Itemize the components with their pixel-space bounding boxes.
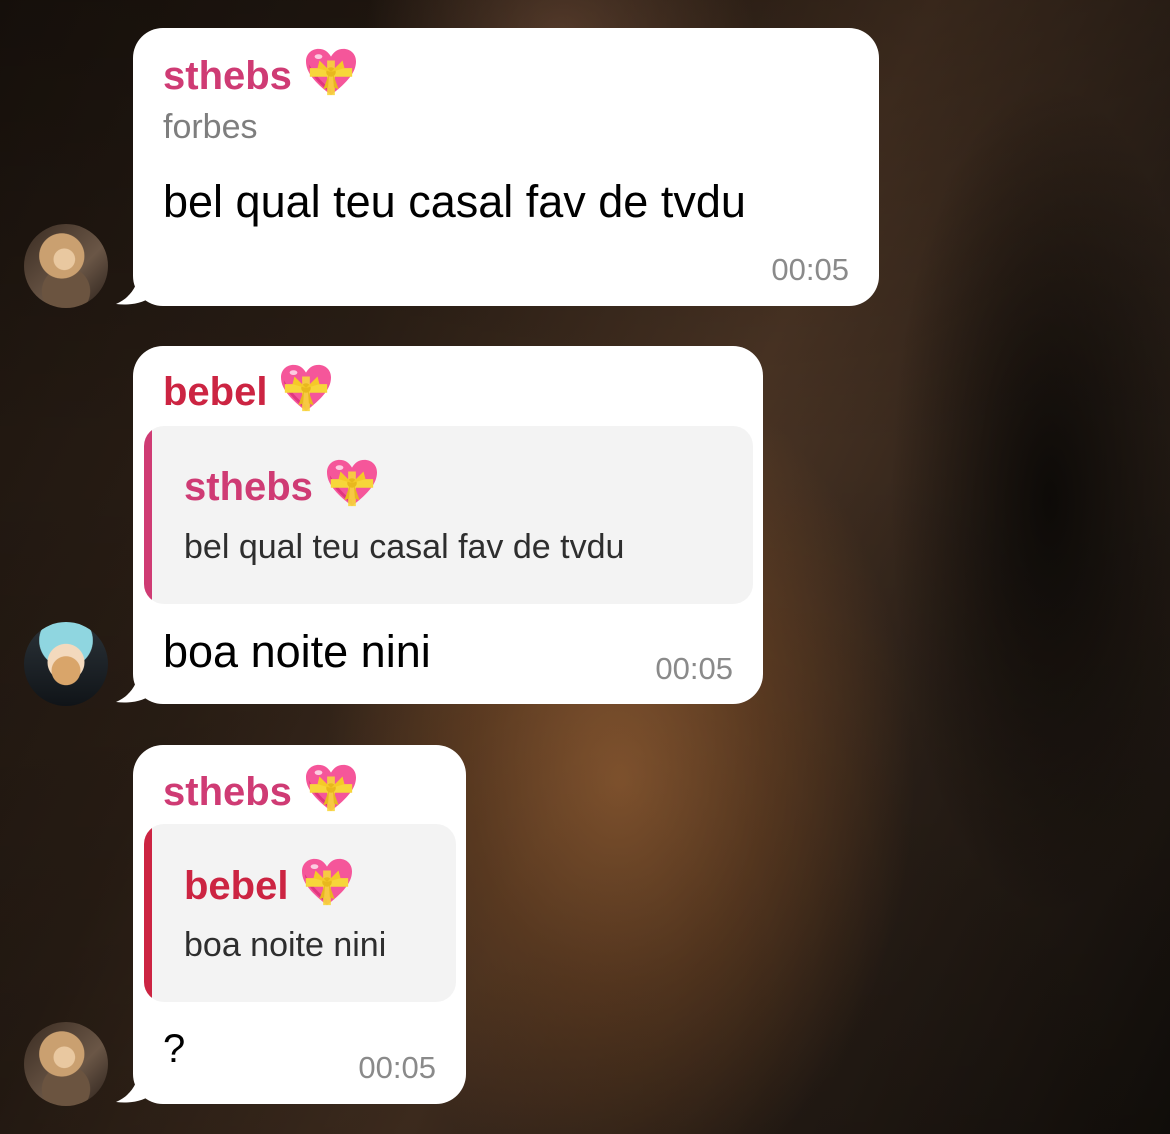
avatar-sthebs[interactable] — [24, 1022, 108, 1106]
reply-text: boa noite nini — [184, 926, 387, 964]
avatar-bebel[interactable] — [24, 622, 108, 706]
message-text: ? — [163, 1027, 186, 1071]
sender-name[interactable]: sthebs — [163, 763, 358, 815]
message-time: 00:05 — [358, 1050, 436, 1085]
heart-with-ribbon-icon — [279, 363, 333, 413]
heart-with-ribbon-icon — [325, 458, 379, 508]
reply-quote[interactable]: sthebs bel qual teu casal fav de tvdu — [144, 426, 753, 604]
message-bubble[interactable]: bebel sthebs bel qual teu casal fav de t… — [133, 346, 763, 704]
heart-with-ribbon-icon — [304, 47, 358, 97]
reply-quote-bar — [144, 824, 152, 1002]
message-text: bel qual teu casal fav de tvdu — [163, 176, 746, 227]
reply-sender-name: bebel — [184, 857, 354, 909]
message-time: 00:05 — [771, 252, 849, 287]
reply-sender-name: sthebs — [184, 458, 379, 510]
avatar-sthebs[interactable] — [24, 224, 108, 308]
reply-text: bel qual teu casal fav de tvdu — [184, 528, 625, 566]
reply-quote-bar — [144, 426, 152, 604]
sender-name[interactable]: bebel — [163, 363, 333, 415]
reply-quote[interactable]: bebel boa noite nini — [144, 824, 456, 1002]
heart-with-ribbon-icon — [300, 857, 354, 907]
message-text: boa noite nini — [163, 626, 431, 677]
heart-with-ribbon-icon — [304, 763, 358, 813]
sender-subtitle: forbes — [163, 108, 258, 146]
message-time: 00:05 — [655, 651, 733, 686]
message-bubble[interactable]: sthebs forbes bel qual teu casal fav de … — [133, 28, 879, 306]
sender-name[interactable]: sthebs — [163, 47, 358, 99]
message-bubble[interactable]: sthebs bebel boa noite nini ? 00:05 — [133, 745, 466, 1104]
